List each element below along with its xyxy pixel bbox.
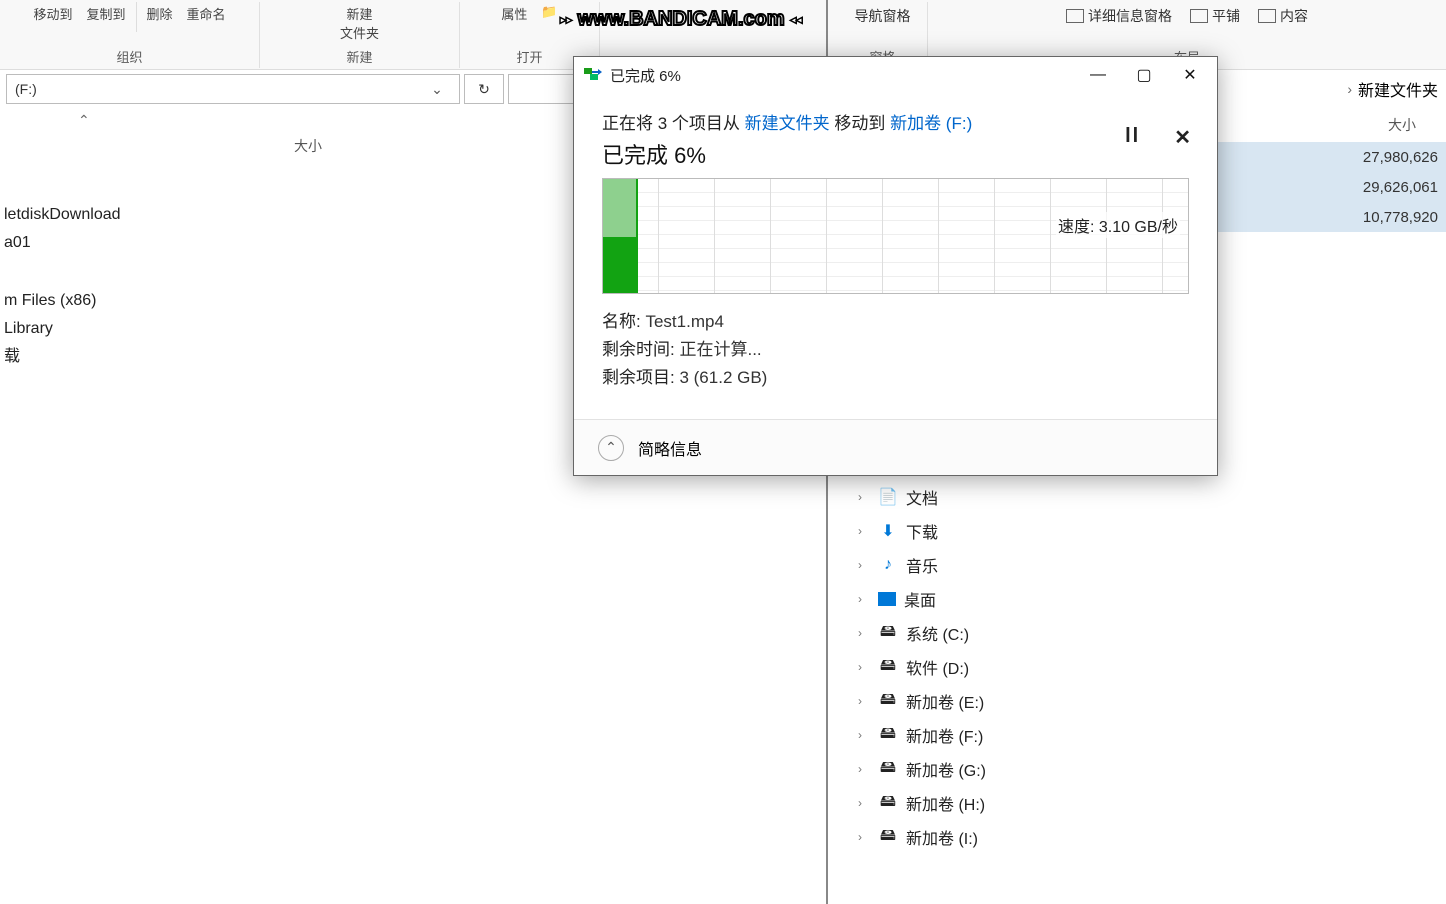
name-label: 名称: bbox=[602, 312, 641, 331]
minimize-icon: — bbox=[1090, 66, 1106, 84]
dialog-titlebar[interactable]: 已完成 6% — ▢ ✕ bbox=[574, 57, 1217, 93]
transfer-description: 正在将 3 个项目从 新建文件夹 移动到 新加卷 (F:) bbox=[602, 109, 1189, 134]
chevron-right-icon: › bbox=[1347, 81, 1352, 97]
close-icon: ✕ bbox=[1183, 65, 1196, 85]
tree-item-downloads[interactable]: ›⬇下载 bbox=[838, 514, 1058, 548]
drive-icon: 🖴 bbox=[878, 827, 898, 847]
ribbon-group-new: 新建 bbox=[346, 45, 372, 68]
delete-button[interactable]: 删除 bbox=[143, 2, 177, 32]
pause-button[interactable]: ll bbox=[1125, 125, 1140, 150]
maximize-icon: ▢ bbox=[1136, 65, 1151, 85]
drive-icon: 🖴 bbox=[878, 657, 898, 677]
expand-icon[interactable]: › bbox=[858, 558, 870, 572]
download-icon: ⬇ bbox=[878, 521, 898, 541]
chevron-up-icon: ⌃ bbox=[605, 439, 617, 456]
tree-item-music[interactable]: ›♪音乐 bbox=[838, 548, 1058, 582]
tree-item-drive-d[interactable]: ›🖴软件 (D:) bbox=[838, 650, 1058, 684]
progress-heading: 已完成 6% bbox=[602, 138, 1189, 170]
cancel-icon: ✕ bbox=[1174, 127, 1191, 149]
column-size[interactable]: 大小 bbox=[1378, 115, 1426, 135]
expand-icon[interactable]: › bbox=[858, 796, 870, 810]
details-pane-button[interactable]: 详细信息窗格 bbox=[1060, 2, 1178, 30]
speed-label: 速度: 3.10 GB/秒 bbox=[1056, 212, 1180, 238]
rename-button[interactable]: 重命名 bbox=[183, 2, 230, 32]
new-folder-button[interactable]: 新建 文件夹 bbox=[336, 2, 383, 44]
expand-icon[interactable]: › bbox=[858, 660, 870, 674]
desktop-icon bbox=[878, 592, 896, 606]
source-link[interactable]: 新建文件夹 bbox=[745, 114, 830, 133]
pause-icon: ll bbox=[1125, 125, 1140, 147]
tree-item-drive-i[interactable]: ›🖴新加卷 (I:) bbox=[838, 820, 1058, 854]
expand-icon[interactable]: › bbox=[858, 694, 870, 708]
column-size[interactable]: 大小 bbox=[284, 136, 332, 156]
system-drive-icon: 🖴 bbox=[878, 623, 898, 643]
chart-progress-dark bbox=[603, 237, 638, 294]
items-value: 3 (61.2 GB) bbox=[679, 368, 767, 387]
address-field[interactable]: (F:) ⌄ bbox=[6, 74, 460, 104]
name-value: Test1.mp4 bbox=[645, 312, 723, 331]
minimize-button[interactable]: — bbox=[1075, 59, 1121, 91]
cancel-button[interactable]: ✕ bbox=[1174, 125, 1191, 150]
tiles-view-button[interactable]: 平铺 bbox=[1184, 2, 1246, 30]
tree-item-desktop[interactable]: ›桌面 bbox=[838, 582, 1058, 616]
nav-pane-button[interactable]: 导航窗格 bbox=[849, 2, 917, 30]
tree-item-drive-f[interactable]: ›🖴新加卷 (F:) bbox=[838, 718, 1058, 752]
expand-icon[interactable]: › bbox=[858, 626, 870, 640]
time-label: 剩余时间: bbox=[602, 340, 675, 359]
speed-chart: 速度: 3.10 GB/秒 bbox=[602, 178, 1189, 294]
less-info-label[interactable]: 简略信息 bbox=[638, 436, 702, 460]
close-button[interactable]: ✕ bbox=[1167, 59, 1213, 91]
time-value: 正在计算... bbox=[679, 340, 761, 359]
transfer-icon bbox=[584, 66, 602, 84]
expand-icon[interactable]: › bbox=[858, 592, 870, 606]
tree-item-drive-h[interactable]: ›🖴新加卷 (H:) bbox=[838, 786, 1058, 820]
drive-icon: 🖴 bbox=[878, 691, 898, 711]
maximize-button[interactable]: ▢ bbox=[1121, 59, 1167, 91]
move-to-button[interactable]: 移动到 bbox=[29, 2, 76, 32]
chart-progress-light bbox=[603, 179, 638, 237]
properties-button[interactable]: 属性 bbox=[497, 2, 531, 25]
tree-item-drive-e[interactable]: ›🖴新加卷 (E:) bbox=[838, 684, 1058, 718]
tiles-icon bbox=[1190, 9, 1208, 23]
collapse-button[interactable]: ⌃ bbox=[598, 435, 624, 461]
items-label: 剩余项目: bbox=[602, 368, 675, 387]
dest-link[interactable]: 新加卷 (F:) bbox=[890, 114, 972, 133]
tree-item-drive-g[interactable]: ›🖴新加卷 (G:) bbox=[838, 752, 1058, 786]
expand-icon[interactable]: › bbox=[858, 490, 870, 504]
details-pane-icon bbox=[1066, 9, 1084, 23]
transfer-details: 名称: Test1.mp4 剩余时间: 正在计算... 剩余项目: 3 (61.… bbox=[602, 308, 1189, 392]
expand-icon[interactable]: › bbox=[858, 524, 870, 538]
breadcrumb[interactable]: 新建文件夹 bbox=[1358, 77, 1438, 101]
nav-tree: ›📄文档 ›⬇下载 ›♪音乐 ›桌面 ›🖴系统 (C:) ›🖴软件 (D:) ›… bbox=[838, 480, 1058, 854]
refresh-button[interactable]: ↻ bbox=[464, 74, 504, 104]
dialog-footer: ⌃ 简略信息 bbox=[574, 419, 1217, 475]
tree-item-drive-c[interactable]: ›🖴系统 (C:) bbox=[838, 616, 1058, 650]
file-transfer-dialog: 已完成 6% — ▢ ✕ 正在将 3 个项目从 新建文件夹 移动到 新加卷 (F… bbox=[573, 56, 1218, 476]
history-button[interactable]: 📁 bbox=[537, 2, 561, 25]
copy-to-button[interactable]: 复制到 bbox=[82, 2, 129, 32]
folder-icon: 📁 bbox=[541, 4, 557, 20]
music-icon: ♪ bbox=[878, 555, 898, 575]
tree-item-documents[interactable]: ›📄文档 bbox=[838, 480, 1058, 514]
ribbon-group-open: 打开 bbox=[516, 45, 542, 68]
content-view-button[interactable]: 内容 bbox=[1252, 2, 1314, 30]
dialog-title: 已完成 6% bbox=[610, 65, 681, 86]
refresh-icon: ↻ bbox=[478, 81, 490, 98]
expand-icon[interactable]: › bbox=[858, 830, 870, 844]
ribbon-group-organize: 组织 bbox=[116, 45, 142, 68]
drive-icon: 🖴 bbox=[878, 725, 898, 745]
expand-icon[interactable]: › bbox=[858, 762, 870, 776]
content-icon bbox=[1258, 9, 1276, 23]
expand-icon[interactable]: › bbox=[858, 728, 870, 742]
drive-label: (F:) bbox=[15, 81, 37, 97]
document-icon: 📄 bbox=[878, 487, 898, 507]
drive-icon: 🖴 bbox=[878, 759, 898, 779]
drive-icon: 🖴 bbox=[878, 793, 898, 813]
chevron-down-icon[interactable]: ⌄ bbox=[423, 81, 451, 98]
